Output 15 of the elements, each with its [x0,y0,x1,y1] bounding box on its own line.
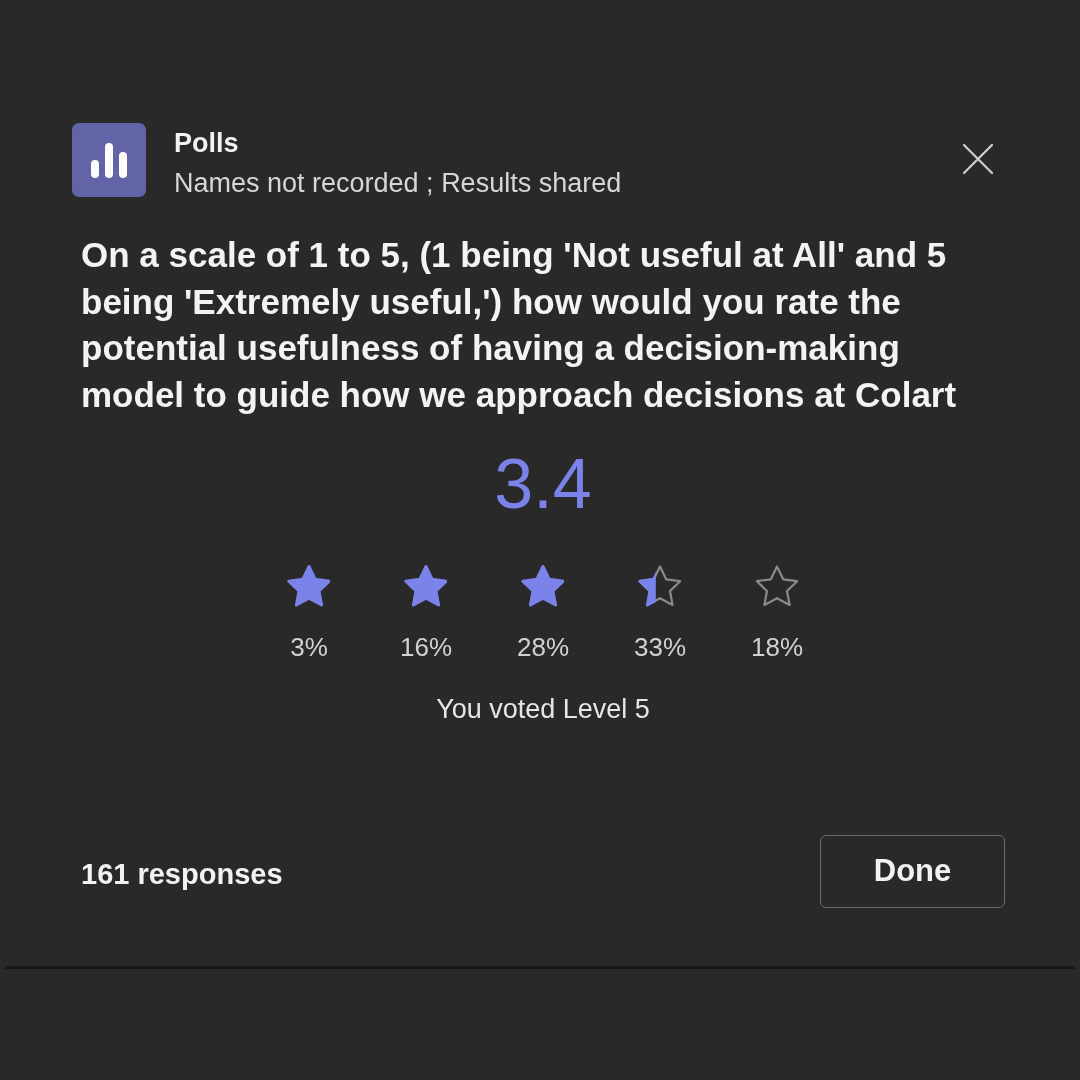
response-count: 161 responses [81,857,283,892]
done-button[interactable]: Done [820,835,1005,908]
poll-question: On a scale of 1 to 5, (1 being 'Not useful at All' and 5 being 'Extremely useful,') how would you rate the potential usefulness of having a decision-making model to guide how we approach decisions at Colart [81,234,958,416]
close-button[interactable] [963,144,993,174]
app-title: Polls [174,127,240,159]
poll-settings-text: Names not recorded ; Results shared [174,167,622,199]
vote-percentage: 16% [399,631,452,663]
average-rating: 3.4 [494,449,592,519]
vote-note: You voted Level 5 [436,693,650,725]
vote-percentage: 3% [290,631,328,663]
vote-percentage: 28% [516,631,569,663]
vote-percentage: 33% [633,631,686,663]
close-icon [963,144,993,174]
poll-chart-icon [72,123,146,197]
vote-percentage: 18% [750,631,803,663]
